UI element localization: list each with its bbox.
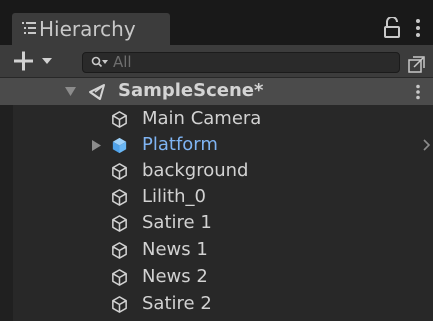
scene-name: SampleScene*: [118, 80, 264, 101]
gameobject-cube-icon: [112, 111, 127, 128]
gameobject-cube-icon: [112, 269, 127, 286]
hierarchy-item[interactable]: Main Camera: [0, 106, 433, 132]
scene-header-row[interactable]: SampleScene*: [0, 78, 433, 105]
gameobject-cube-icon: [112, 189, 127, 206]
expand-arrow-icon[interactable]: [92, 140, 102, 151]
add-object-dropdown[interactable]: [14, 50, 64, 72]
prefab-cube-icon: [112, 137, 127, 154]
object-label: Satire 2: [142, 293, 212, 314]
object-label: background: [142, 160, 249, 181]
object-label: Platform: [142, 134, 218, 155]
object-label: News 2: [142, 266, 208, 287]
scene-more-options-icon[interactable]: [415, 84, 421, 100]
caret-down-icon: [42, 58, 52, 64]
unity-scene-icon: [89, 84, 105, 100]
hierarchy-item[interactable]: News 1: [0, 237, 433, 263]
hierarchy-list-icon: [22, 22, 36, 34]
object-label: Main Camera: [142, 108, 262, 129]
more-options-icon[interactable]: [415, 18, 421, 38]
search-filter-icon[interactable]: [91, 56, 109, 70]
chevron-right-icon[interactable]: [423, 139, 431, 151]
tab-title: Hierarchy: [39, 17, 136, 41]
hierarchy-window: Hierarchy All SampleScene* Main Camera P…: [0, 0, 433, 321]
object-label: Lilith_0: [142, 186, 206, 207]
hierarchy-item[interactable]: Lilith_0: [0, 184, 433, 210]
tab-bar: Hierarchy: [0, 0, 433, 45]
object-label: News 1: [142, 239, 208, 260]
hierarchy-item[interactable]: Platform: [0, 132, 433, 158]
hierarchy-item[interactable]: Satire 1: [0, 210, 433, 236]
collapse-arrow-icon[interactable]: [65, 87, 76, 96]
plus-icon: [14, 51, 33, 71]
hierarchy-item[interactable]: background: [0, 158, 433, 184]
gameobject-cube-icon: [112, 296, 127, 313]
gameobject-cube-icon: [112, 215, 127, 232]
hierarchy-item[interactable]: News 2: [0, 264, 433, 290]
popout-icon[interactable]: [408, 56, 425, 73]
search-box[interactable]: [82, 52, 400, 73]
object-label: Satire 1: [142, 212, 212, 233]
tab-hierarchy[interactable]: Hierarchy: [12, 13, 170, 45]
hierarchy-item[interactable]: Satire 2: [0, 291, 433, 317]
search-input[interactable]: [113, 53, 393, 72]
gameobject-cube-icon: [112, 242, 127, 259]
lock-icon[interactable]: [384, 17, 400, 39]
hierarchy-toolbar: [0, 45, 433, 77]
gameobject-cube-icon: [112, 163, 127, 180]
